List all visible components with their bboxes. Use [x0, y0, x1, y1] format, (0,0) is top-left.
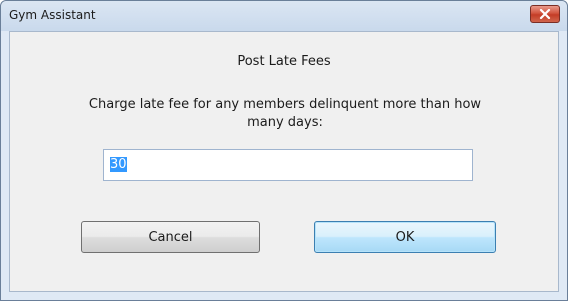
cancel-button[interactable]: Cancel — [81, 221, 260, 253]
days-input-value: 30 — [110, 157, 127, 172]
days-input[interactable]: 30 — [103, 149, 473, 181]
dialog-body: Post Late Fees Charge late fee for any m… — [9, 31, 559, 292]
dialog-window: Gym Assistant Post Late Fees Charge late… — [0, 0, 568, 301]
dialog-heading: Post Late Fees — [237, 54, 331, 69]
title-bar[interactable]: Gym Assistant — [1, 1, 567, 31]
window-title: Gym Assistant — [9, 8, 96, 22]
close-button[interactable] — [530, 5, 560, 23]
ok-button[interactable]: OK — [314, 221, 496, 253]
close-icon — [539, 9, 551, 19]
prompt-text: Charge late fee for any members delinque… — [88, 97, 482, 130]
